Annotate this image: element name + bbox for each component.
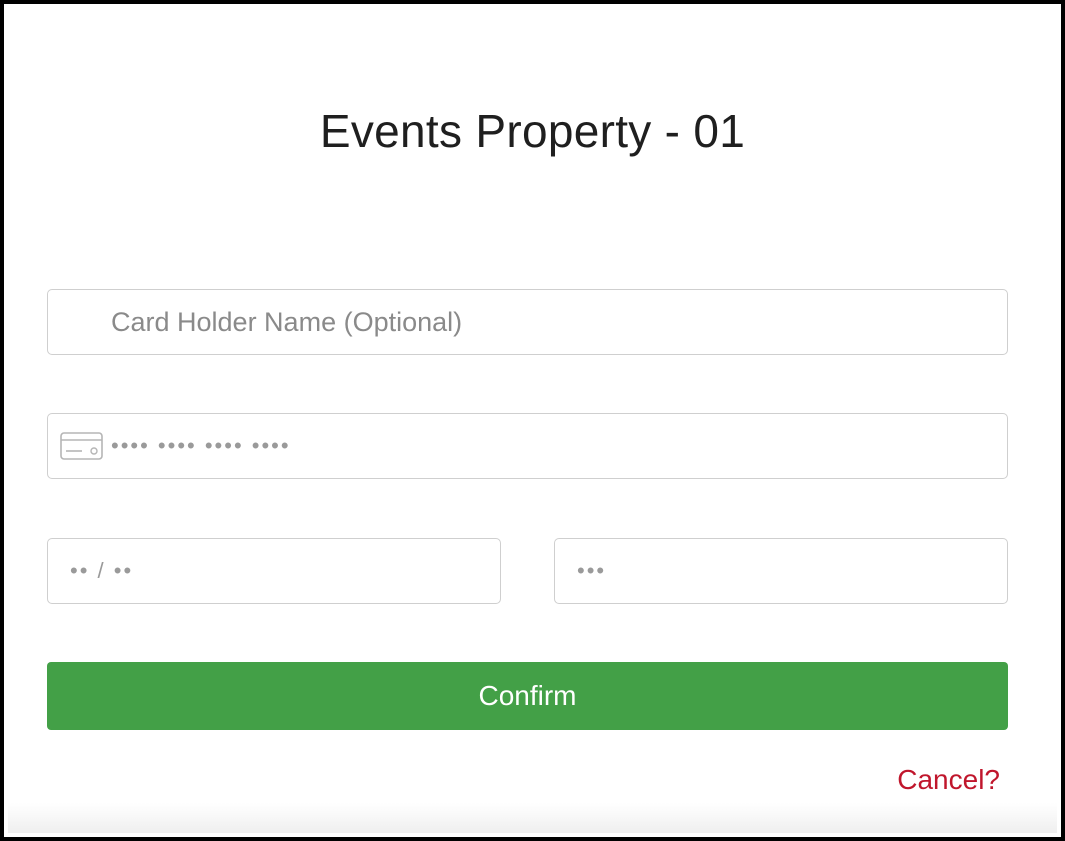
card-holder-field[interactable] [47,289,1008,355]
expiry-field[interactable] [47,538,501,604]
expiry-input[interactable] [48,539,500,603]
bottom-fade [8,803,1057,833]
confirm-button[interactable]: Confirm [47,662,1008,730]
card-number-input[interactable] [103,414,1007,478]
card-number-field[interactable] [47,413,1008,479]
payment-dialog: Events Property - 01 Confirm Cancel? [0,0,1065,841]
card-holder-input[interactable] [48,290,1007,354]
page-title: Events Property - 01 [319,105,746,157]
credit-card-icon [60,432,103,460]
cvc-input[interactable] [555,539,1007,603]
cvc-field[interactable] [554,538,1008,604]
cancel-link[interactable]: Cancel? [897,764,1000,796]
